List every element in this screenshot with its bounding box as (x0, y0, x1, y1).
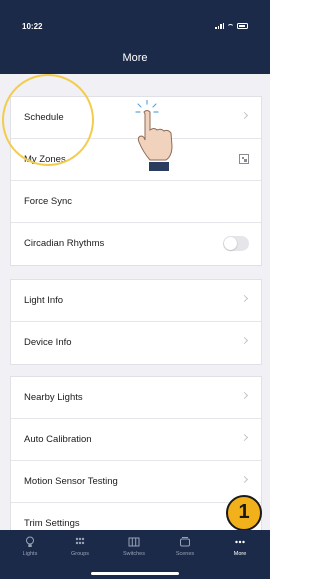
toggle-knob (224, 237, 237, 250)
more-icon (235, 540, 245, 544)
row-nearby-lights[interactable]: Nearby Lights (11, 377, 261, 419)
wifi-icon (227, 23, 234, 29)
row-light-info[interactable]: Light Info (11, 280, 261, 322)
row-auto-calibration[interactable]: Auto Calibration (11, 419, 261, 461)
chevron-right-icon (240, 111, 249, 120)
tab-label: Groups (70, 551, 90, 557)
tab-groups[interactable]: Groups (60, 536, 100, 557)
tapping-hand-icon (135, 100, 173, 171)
chevron-right-icon (240, 294, 249, 303)
scenes-icon (180, 537, 190, 547)
signal-icon (215, 23, 224, 29)
step-number-badge: 1 (226, 495, 262, 531)
row-label: Force Sync (24, 196, 73, 207)
page-title: More (122, 52, 148, 64)
status-time: 10:22 (22, 22, 43, 31)
row-force-sync[interactable]: Force Sync (11, 181, 261, 223)
row-label: Device Info (24, 337, 72, 348)
chevron-right-icon (240, 336, 249, 345)
phone-screen: 10:22 More Schedule My Zones Force Sync … (0, 0, 270, 579)
tab-label: Switches (122, 551, 145, 557)
chevron-right-icon (240, 433, 249, 442)
row-label: Nearby Lights (24, 392, 83, 403)
row-label: Circadian Rhythms (24, 238, 105, 249)
nav-header: 10:22 More (0, 0, 270, 74)
settings-group-info: Light Info Device Info (10, 279, 262, 365)
chevron-right-icon (240, 475, 249, 484)
tab-scenes[interactable]: Scenes (165, 536, 205, 557)
row-circadian-rhythms: Circadian Rhythms (11, 223, 261, 265)
row-label: Light Info (24, 295, 64, 306)
tab-label: Lights (22, 551, 38, 557)
tap-highlight-circle (2, 74, 94, 166)
circadian-toggle[interactable] (223, 236, 249, 251)
status-icons (215, 23, 248, 29)
tab-switches[interactable]: Switches (114, 536, 154, 557)
battery-icon (237, 23, 248, 29)
tab-label: Scenes (175, 551, 195, 557)
switch-icon (128, 537, 140, 547)
tab-more[interactable]: More (220, 536, 260, 557)
tab-lights[interactable]: Lights (10, 536, 50, 557)
bulb-icon (26, 536, 34, 547)
chevron-right-icon (240, 391, 249, 400)
groups-icon (75, 537, 85, 545)
settings-group-tools: Nearby Lights Auto Calibration Motion Se… (10, 376, 262, 546)
tab-label: More (233, 551, 247, 557)
row-motion-sensor-testing[interactable]: Motion Sensor Testing (11, 461, 261, 503)
row-device-info[interactable]: Device Info (11, 322, 261, 364)
row-label: Motion Sensor Testing (24, 476, 118, 487)
qr-code-icon[interactable] (239, 154, 249, 164)
home-indicator (91, 572, 179, 575)
row-label: Auto Calibration (24, 434, 92, 445)
